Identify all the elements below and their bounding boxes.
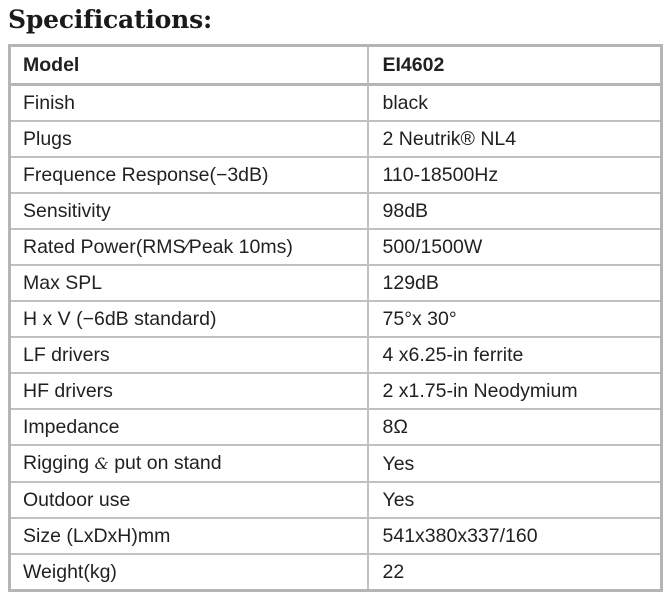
page-title: Specifications: [8,5,213,34]
spec-label: Frequence Response(−3dB) [9,157,368,194]
table-row: Impedance 8Ω [9,409,662,446]
specifications-table: Model EI4602 Finish black Plugs 2 Neutrik® … [8,44,663,592]
table-row: Outdoor use Yes [9,482,662,519]
spec-value: 2 x1.75-in Neodymium [366,373,662,410]
spec-label: Plugs [9,121,368,158]
ampersand-glyph: & [94,454,109,473]
spec-value: 541x380x337/160 [366,518,662,555]
table-row: Weight(kg) 22 [9,554,662,592]
spec-value: Yes [366,445,662,483]
spec-value: black [366,84,662,122]
spec-value: 75°x 30° [366,301,662,338]
table-row: LF drivers 4 x6.25-in ferrite [9,337,662,374]
table-row: Rigging & put on stand Yes [9,445,662,483]
spec-value: 110-18500Hz [366,157,662,194]
spec-label: Sensitivity [9,193,368,230]
spec-value: 2 Neutrik® NL4 [366,121,662,158]
spec-value: 98dB [366,193,662,230]
spec-value: 4 x6.25-in ferrite [366,337,662,374]
spec-label: Rated Power(RMS∕Peak 10ms) [9,229,368,266]
spec-label: H x V (−6dB standard) [9,301,368,338]
spec-value: 129dB [366,265,662,302]
spec-label: Weight(kg) [9,554,368,592]
table-body: Model EI4602 Finish black Plugs 2 Neutrik® … [9,45,662,592]
specifications-table-container: Model EI4602 Finish black Plugs 2 Neutrik® … [8,44,663,592]
spec-value: 500/1500W [366,229,662,266]
table-row: Size (LxDxH)mm 541x380x337/160 [9,518,662,555]
specifications-page: Specifications: Model EI4602 Finish black… [0,0,668,600]
table-header-label: Model [9,45,368,86]
table-row: Frequence Response(−3dB) 110-18500Hz [9,157,662,194]
table-row: HF drivers 2 x1.75-in Neodymium [9,373,662,410]
table-header-value: EI4602 [366,45,662,86]
spec-label: LF drivers [9,337,368,374]
table-row: Sensitivity 98dB [9,193,662,230]
spec-value: Yes [366,482,662,519]
spec-label: Impedance [9,409,368,446]
spec-label: Outdoor use [9,482,368,519]
spec-label: Finish [9,84,368,122]
spec-label: Size (LxDxH)mm [9,518,368,555]
spec-label: HF drivers [9,373,368,410]
table-row: Rated Power(RMS∕Peak 10ms) 500/1500W [9,229,662,266]
table-row: Plugs 2 Neutrik® NL4 [9,121,662,158]
spec-value: 22 [366,554,662,592]
spec-label: Max SPL [9,265,368,302]
table-header-row: Model EI4602 [9,45,662,86]
spec-label: Rigging & put on stand [9,445,368,483]
table-row: H x V (−6dB standard) 75°x 30° [9,301,662,338]
table-row: Max SPL 129dB [9,265,662,302]
table-row: Finish black [9,84,662,122]
spec-value: 8Ω [366,409,662,446]
